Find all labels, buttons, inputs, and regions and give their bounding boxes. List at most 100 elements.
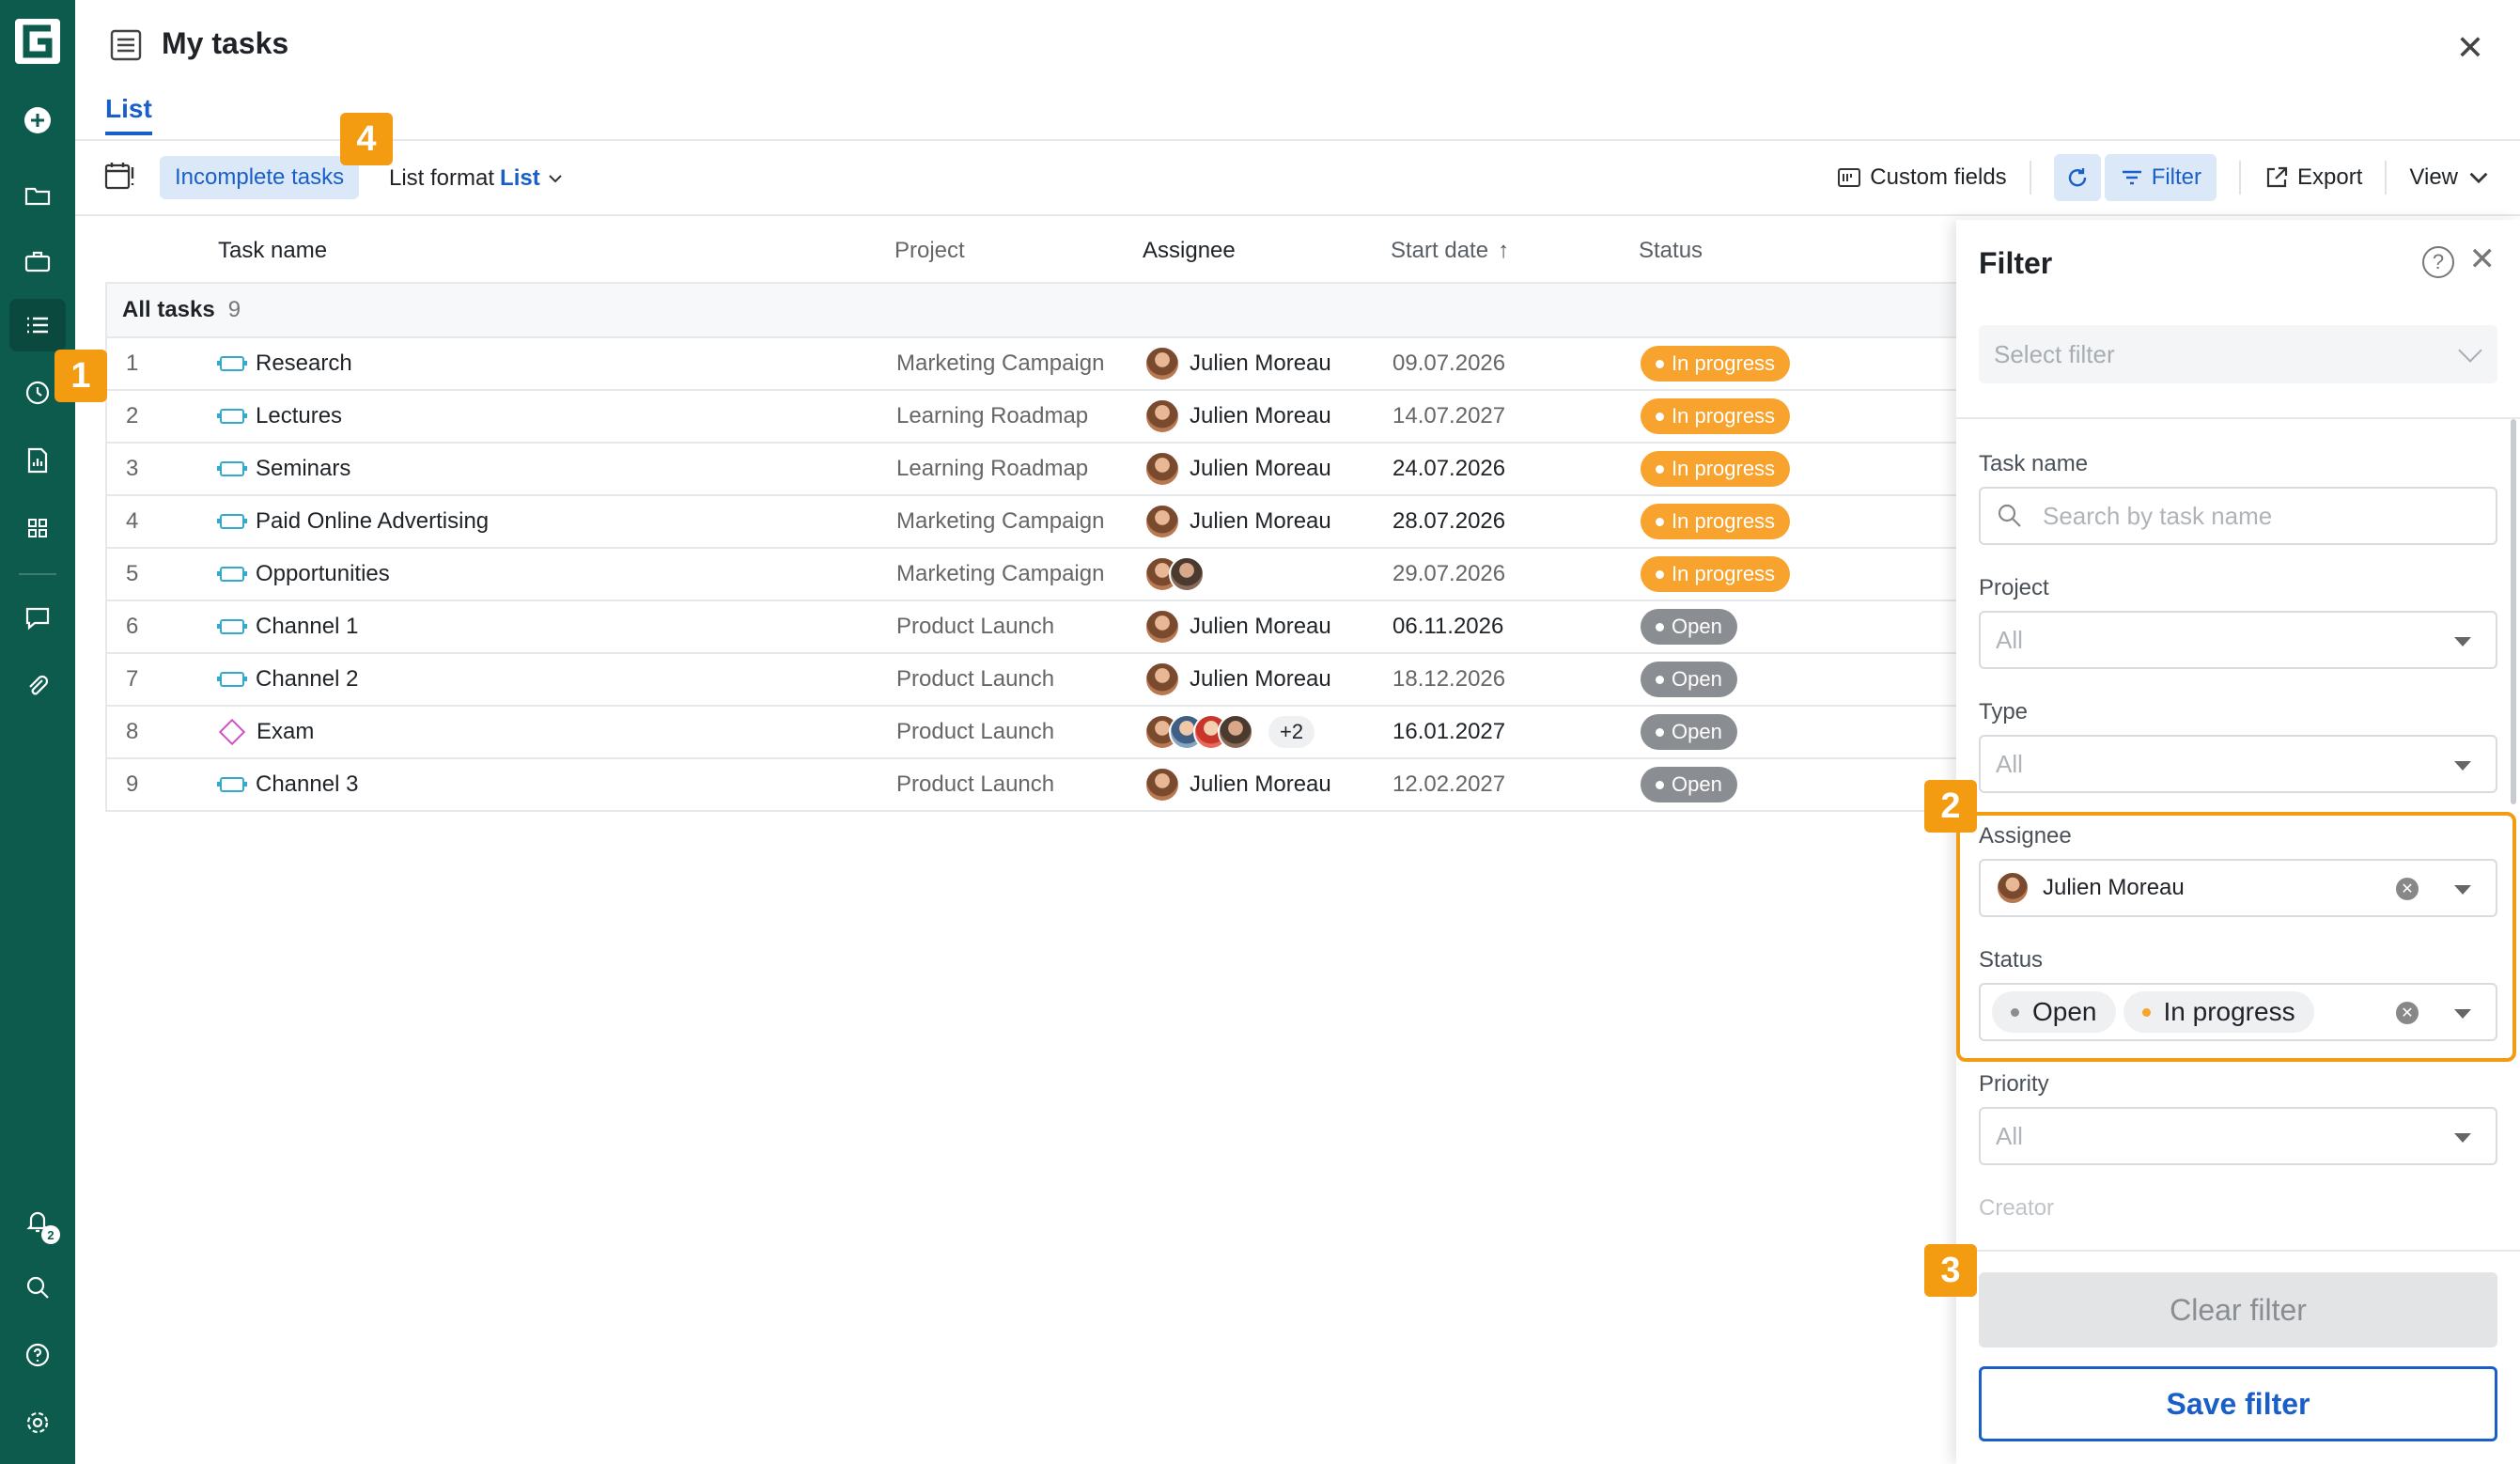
avatar bbox=[1144, 398, 1180, 434]
priority-select[interactable]: All bbox=[1979, 1107, 2497, 1165]
status-cell[interactable]: In progress bbox=[1641, 346, 1922, 382]
custom-fields-icon bbox=[1838, 168, 1861, 187]
table-row[interactable]: 7 Channel 2 Product Launch Julien Moreau… bbox=[105, 654, 1994, 707]
status-cell[interactable]: Open bbox=[1641, 609, 1922, 645]
chevron-down-icon bbox=[548, 175, 562, 183]
table-row[interactable]: 6 Channel 1 Product Launch Julien Moreau… bbox=[105, 601, 1994, 654]
row-number: 9 bbox=[126, 771, 139, 797]
assignee-cell: Julien Moreau bbox=[1144, 346, 1392, 382]
status-cell[interactable]: Open bbox=[1641, 662, 1922, 697]
filter-button[interactable]: Filter bbox=[2104, 154, 2217, 201]
avatar bbox=[1144, 346, 1180, 382]
status-cell[interactable]: Open bbox=[1641, 714, 1922, 750]
task-name-cell[interactable]: Channel 3 bbox=[217, 771, 896, 798]
status-cell[interactable]: In progress bbox=[1641, 556, 1922, 592]
app-logo[interactable] bbox=[15, 19, 60, 64]
type-select[interactable]: All bbox=[1979, 735, 2497, 793]
task-name-cell[interactable]: Exam bbox=[218, 718, 896, 746]
status-cell[interactable]: In progress bbox=[1641, 398, 1922, 434]
export-button[interactable]: Export bbox=[2263, 164, 2362, 191]
assignee-select[interactable]: Julien Moreau ✕ bbox=[1979, 859, 2497, 917]
chevron-down-icon bbox=[2458, 338, 2482, 363]
search-icon[interactable] bbox=[9, 1261, 66, 1314]
clear-icon[interactable]: ✕ bbox=[2396, 1002, 2419, 1024]
column-assignee[interactable]: Assignee bbox=[1143, 238, 1391, 264]
project-cell: Marketing Campaign bbox=[896, 508, 1105, 534]
status-dot-open bbox=[2011, 1007, 2019, 1017]
table-row[interactable]: 2 Lectures Learning Roadmap Julien Morea… bbox=[105, 391, 1994, 444]
list-icon[interactable] bbox=[9, 299, 66, 351]
project-select[interactable]: All bbox=[1979, 611, 2497, 669]
dropdown-arrow-icon bbox=[2454, 1133, 2471, 1143]
table-row[interactable]: 1 Research Marketing Campaign Julien Mor… bbox=[105, 338, 1994, 391]
dropdown-arrow-icon bbox=[2454, 885, 2471, 895]
assignee-cell bbox=[1144, 556, 1392, 592]
briefcase-icon[interactable] bbox=[9, 235, 66, 288]
column-task-name[interactable]: Task name bbox=[218, 238, 894, 264]
help-icon[interactable] bbox=[9, 1329, 66, 1381]
report-icon[interactable] bbox=[9, 434, 66, 487]
task-name-cell[interactable]: Lectures bbox=[217, 403, 896, 429]
task-name-cell[interactable]: Paid Online Advertising bbox=[217, 508, 896, 535]
table-row[interactable]: 4 Paid Online Advertising Marketing Camp… bbox=[105, 496, 1994, 549]
status-cell[interactable]: Open bbox=[1641, 767, 1922, 802]
list-format-dropdown[interactable]: List format List bbox=[389, 165, 565, 192]
grid-icon[interactable] bbox=[9, 502, 66, 554]
assignee-cell: +2 bbox=[1144, 714, 1392, 750]
table-row[interactable]: 8 Exam Product Launch +2 16.01.2027 Open bbox=[105, 707, 1994, 759]
task-name-cell[interactable]: Seminars bbox=[217, 456, 896, 482]
assignee-name: Julien Moreau bbox=[1190, 666, 1331, 692]
filter-scrollbar[interactable] bbox=[2511, 419, 2516, 804]
refresh-button[interactable] bbox=[2053, 154, 2101, 201]
column-project[interactable]: Project bbox=[894, 238, 1143, 264]
table-row[interactable]: 5 Opportunities Marketing Campaign 29.07… bbox=[105, 549, 1994, 601]
settings-gear-icon[interactable] bbox=[9, 1396, 66, 1449]
add-icon[interactable] bbox=[9, 94, 66, 147]
chat-icon[interactable] bbox=[9, 592, 66, 645]
status-cell[interactable]: In progress bbox=[1641, 451, 1922, 487]
status-badge: Open bbox=[1641, 662, 1737, 697]
task-name-cell[interactable]: Opportunities bbox=[217, 561, 896, 587]
toolbar-divider bbox=[2385, 161, 2388, 195]
incomplete-tasks-toggle[interactable]: Incomplete tasks bbox=[160, 156, 360, 199]
task-name-filter-label: Task name bbox=[1979, 451, 2089, 476]
bell-icon[interactable]: 2 bbox=[9, 1195, 66, 1248]
calendar-alert-icon[interactable] bbox=[103, 160, 135, 192]
row-number: 3 bbox=[126, 456, 139, 481]
help-icon[interactable]: ? bbox=[2422, 246, 2454, 278]
save-filter-button[interactable]: Save filter bbox=[1979, 1366, 2497, 1441]
export-label: Export bbox=[2297, 164, 2363, 190]
status-badge: In progress bbox=[1641, 556, 1791, 592]
custom-fields-button[interactable]: Custom fields bbox=[1836, 164, 2007, 191]
table-row[interactable]: 3 Seminars Learning Roadmap Julien Morea… bbox=[105, 444, 1994, 496]
more-assignees-badge[interactable]: +2 bbox=[1268, 716, 1315, 748]
group-all-tasks[interactable]: All tasks 9 bbox=[105, 284, 1994, 338]
clear-filter-button[interactable]: Clear filter bbox=[1979, 1272, 2497, 1347]
assignee-filter-label: Assignee bbox=[1979, 823, 2072, 849]
column-status[interactable]: Status bbox=[1639, 238, 1921, 264]
status-chip-in-progress[interactable]: In progress bbox=[2123, 991, 2314, 1033]
toolbar-actions: Custom fields Filter Export View bbox=[1836, 154, 2492, 201]
task-name-search-input[interactable]: Search by task name bbox=[1979, 487, 2497, 545]
column-start-date[interactable]: Start date ↑ bbox=[1391, 238, 1639, 264]
status-chip-open[interactable]: Open bbox=[1992, 991, 2116, 1033]
close-icon[interactable]: ✕ bbox=[2469, 241, 2497, 278]
attachment-icon[interactable] bbox=[9, 660, 66, 712]
task-name-cell[interactable]: Research bbox=[217, 350, 896, 377]
avatar bbox=[1169, 556, 1205, 592]
folder-icon[interactable] bbox=[9, 169, 66, 222]
table-row[interactable]: 9 Channel 3 Product Launch Julien Moreau… bbox=[105, 759, 1994, 812]
view-dropdown[interactable]: View bbox=[2409, 164, 2492, 191]
select-filter-dropdown[interactable]: Select filter bbox=[1979, 325, 2497, 383]
task-name-cell[interactable]: Channel 1 bbox=[217, 614, 896, 640]
status-cell[interactable]: In progress bbox=[1641, 504, 1922, 539]
page-title: My tasks bbox=[162, 26, 289, 60]
task-name-cell[interactable]: Channel 2 bbox=[217, 666, 896, 693]
sidebar: 2 bbox=[0, 0, 75, 1464]
tab-list[interactable]: List bbox=[105, 94, 152, 135]
clear-icon[interactable]: ✕ bbox=[2396, 878, 2419, 900]
task-name: Opportunities bbox=[256, 561, 390, 586]
row-number: 6 bbox=[126, 614, 139, 639]
close-icon[interactable]: ✕ bbox=[2456, 28, 2484, 68]
status-multiselect[interactable]: Open In progress ✕ bbox=[1979, 983, 2497, 1041]
